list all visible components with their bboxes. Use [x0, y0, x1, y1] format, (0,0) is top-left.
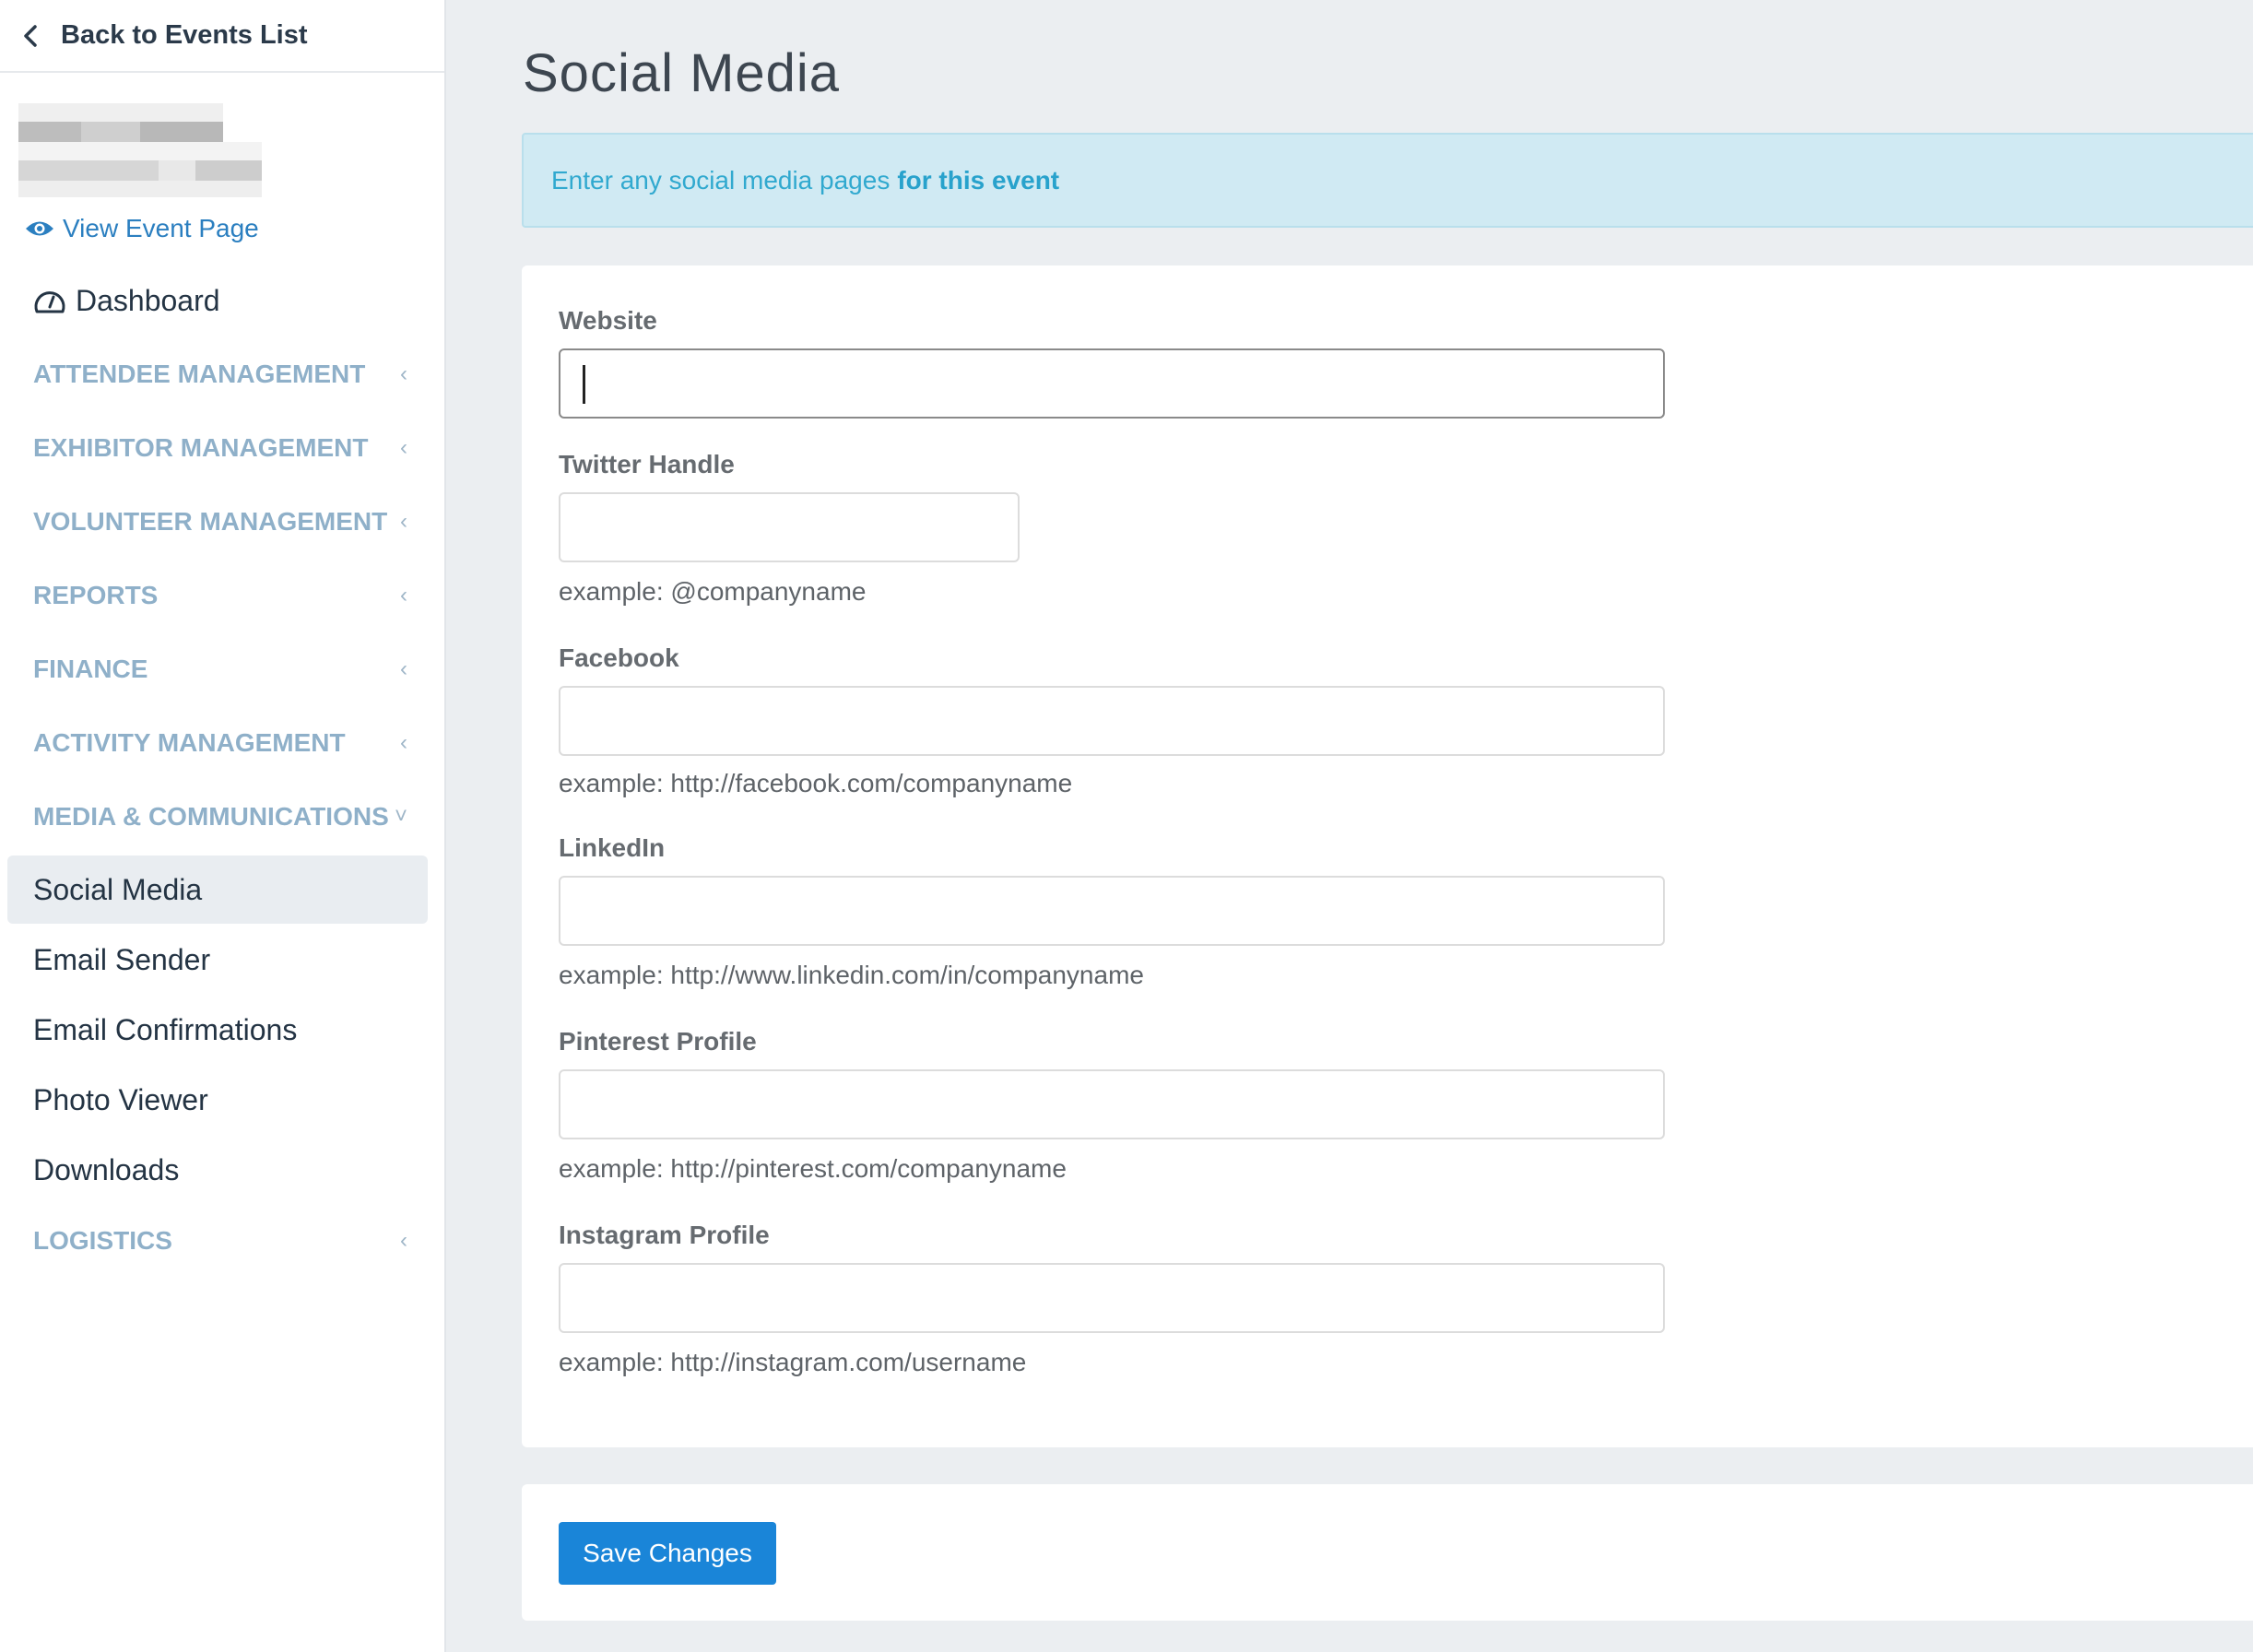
chevron-left-icon: ‹ [400, 1228, 407, 1253]
section-label: MEDIA & COMMUNICATIONS [33, 802, 389, 831]
sidebar-section-volunteer-management[interactable]: VOLUNTEER MANAGEMENT ‹ [33, 507, 411, 537]
section-label: LOGISTICS [33, 1226, 172, 1255]
facebook-input[interactable] [559, 686, 1665, 756]
view-event-page-link[interactable]: View Event Page [24, 214, 259, 243]
sidebar-section-reports[interactable]: REPORTS ‹ [33, 581, 411, 610]
sidebar-section-logistics[interactable]: LOGISTICS ‹ [33, 1226, 411, 1256]
sidebar-item-downloads[interactable]: Downloads [7, 1136, 428, 1204]
pinterest-input[interactable] [559, 1069, 1665, 1139]
section-label: VOLUNTEER MANAGEMENT [33, 507, 388, 536]
save-changes-button[interactable]: Save Changes [559, 1522, 776, 1585]
linkedin-help: example: http://www.linkedin.com/in/comp… [559, 961, 1144, 989]
page-title: Social Media [523, 43, 841, 103]
back-label: Back to Events List [61, 20, 308, 50]
section-label: ACTIVITY MANAGEMENT [33, 728, 346, 757]
website-label: Website [559, 306, 657, 335]
sidebar-section-activity-management[interactable]: ACTIVITY MANAGEMENT ‹ [33, 728, 411, 758]
linkedin-label: LinkedIn [559, 833, 666, 862]
instagram-label: Instagram Profile [559, 1221, 770, 1249]
chevron-left-icon: ‹ [400, 509, 407, 534]
sidebar-item-social-media[interactable]: Social Media [7, 856, 428, 924]
twitter-handle-input[interactable] [559, 492, 1020, 562]
save-card [522, 1484, 2253, 1621]
sidebar-item-photo-viewer[interactable]: Photo Viewer [7, 1066, 428, 1134]
sidebar-item-dashboard[interactable]: Dashboard [33, 284, 220, 318]
sidebar-item-email-confirmations[interactable]: Email Confirmations [7, 996, 428, 1064]
facebook-help: example: http://facebook.com/companyname [559, 769, 1073, 797]
sidebar-section-attendee-management[interactable]: ATTENDEE MANAGEMENT ‹ [33, 360, 411, 389]
sidebar-section-exhibitor-management[interactable]: EXHIBITOR MANAGEMENT ‹ [33, 433, 411, 463]
back-to-events-link[interactable]: Back to Events List [0, 0, 444, 73]
info-alert: Enter any social media pages for this ev… [522, 133, 2253, 228]
website-input[interactable] [559, 348, 1665, 419]
view-event-label: View Event Page [63, 214, 259, 242]
section-label: REPORTS [33, 581, 159, 609]
chevron-down-icon: ˅ [394, 804, 407, 829]
pinterest-label: Pinterest Profile [559, 1027, 757, 1056]
pinterest-help: example: http://pinterest.com/companynam… [559, 1154, 1067, 1183]
event-logo-blurred [18, 103, 267, 199]
dashboard-label: Dashboard [76, 284, 220, 317]
twitter-label: Twitter Handle [559, 450, 735, 478]
section-label: EXHIBITOR MANAGEMENT [33, 433, 369, 462]
sidebar: Back to Events List View Event Page Dash… [0, 0, 446, 1652]
twitter-help: example: @companyname [559, 577, 867, 606]
eye-icon [26, 221, 53, 236]
instagram-help: example: http://instagram.com/username [559, 1348, 1027, 1376]
alert-bold-text: for this event [897, 165, 1060, 195]
chevron-left-icon: ‹ [400, 361, 407, 386]
chevron-left-icon: ‹ [400, 435, 407, 460]
sidebar-section-finance[interactable]: FINANCE ‹ [33, 655, 411, 684]
facebook-label: Facebook [559, 643, 679, 672]
speedometer-icon [34, 290, 65, 313]
sidebar-item-email-sender[interactable]: Email Sender [7, 926, 428, 994]
chevron-left-icon: ‹ [400, 730, 407, 755]
chevron-left-icon: ‹ [400, 583, 407, 608]
chevron-left-icon [24, 24, 37, 47]
section-label: FINANCE [33, 655, 148, 683]
chevron-left-icon: ‹ [400, 656, 407, 681]
alert-text: Enter any social media pages [551, 165, 891, 195]
section-label: ATTENDEE MANAGEMENT [33, 360, 366, 388]
linkedin-input[interactable] [559, 876, 1665, 946]
instagram-input[interactable] [559, 1263, 1665, 1333]
text-cursor [583, 365, 585, 404]
sidebar-section-media-communications[interactable]: MEDIA & COMMUNICATIONS ˅ [33, 802, 411, 832]
